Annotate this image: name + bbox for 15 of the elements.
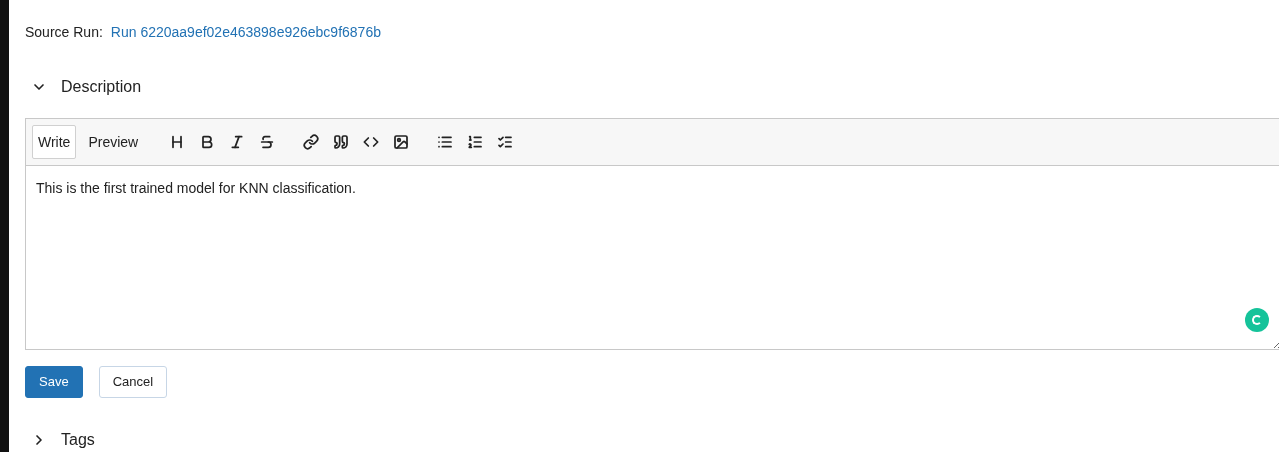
numbered-list-icon[interactable]	[466, 134, 485, 150]
field-label: Source Run:	[25, 23, 103, 42]
save-button[interactable]: Save	[25, 366, 83, 398]
image-icon[interactable]	[392, 134, 411, 150]
run-link[interactable]: Run 6220aa9ef02e463898e926ebc9f6876b	[110, 22, 381, 43]
editor-tab[interactable]: Write	[32, 125, 77, 159]
link-icon[interactable]	[302, 134, 321, 150]
cancel-button[interactable]: Cancel	[98, 366, 168, 398]
checklist-icon[interactable]	[496, 134, 515, 150]
bulleted-list-icon[interactable]	[436, 134, 455, 150]
section-title[interactable]: Tags	[61, 428, 95, 452]
editor-tab[interactable]: Preview	[82, 125, 145, 159]
quote-icon[interactable]	[332, 134, 351, 150]
section-title[interactable]: Description	[61, 75, 142, 99]
code-icon[interactable]	[362, 134, 381, 150]
